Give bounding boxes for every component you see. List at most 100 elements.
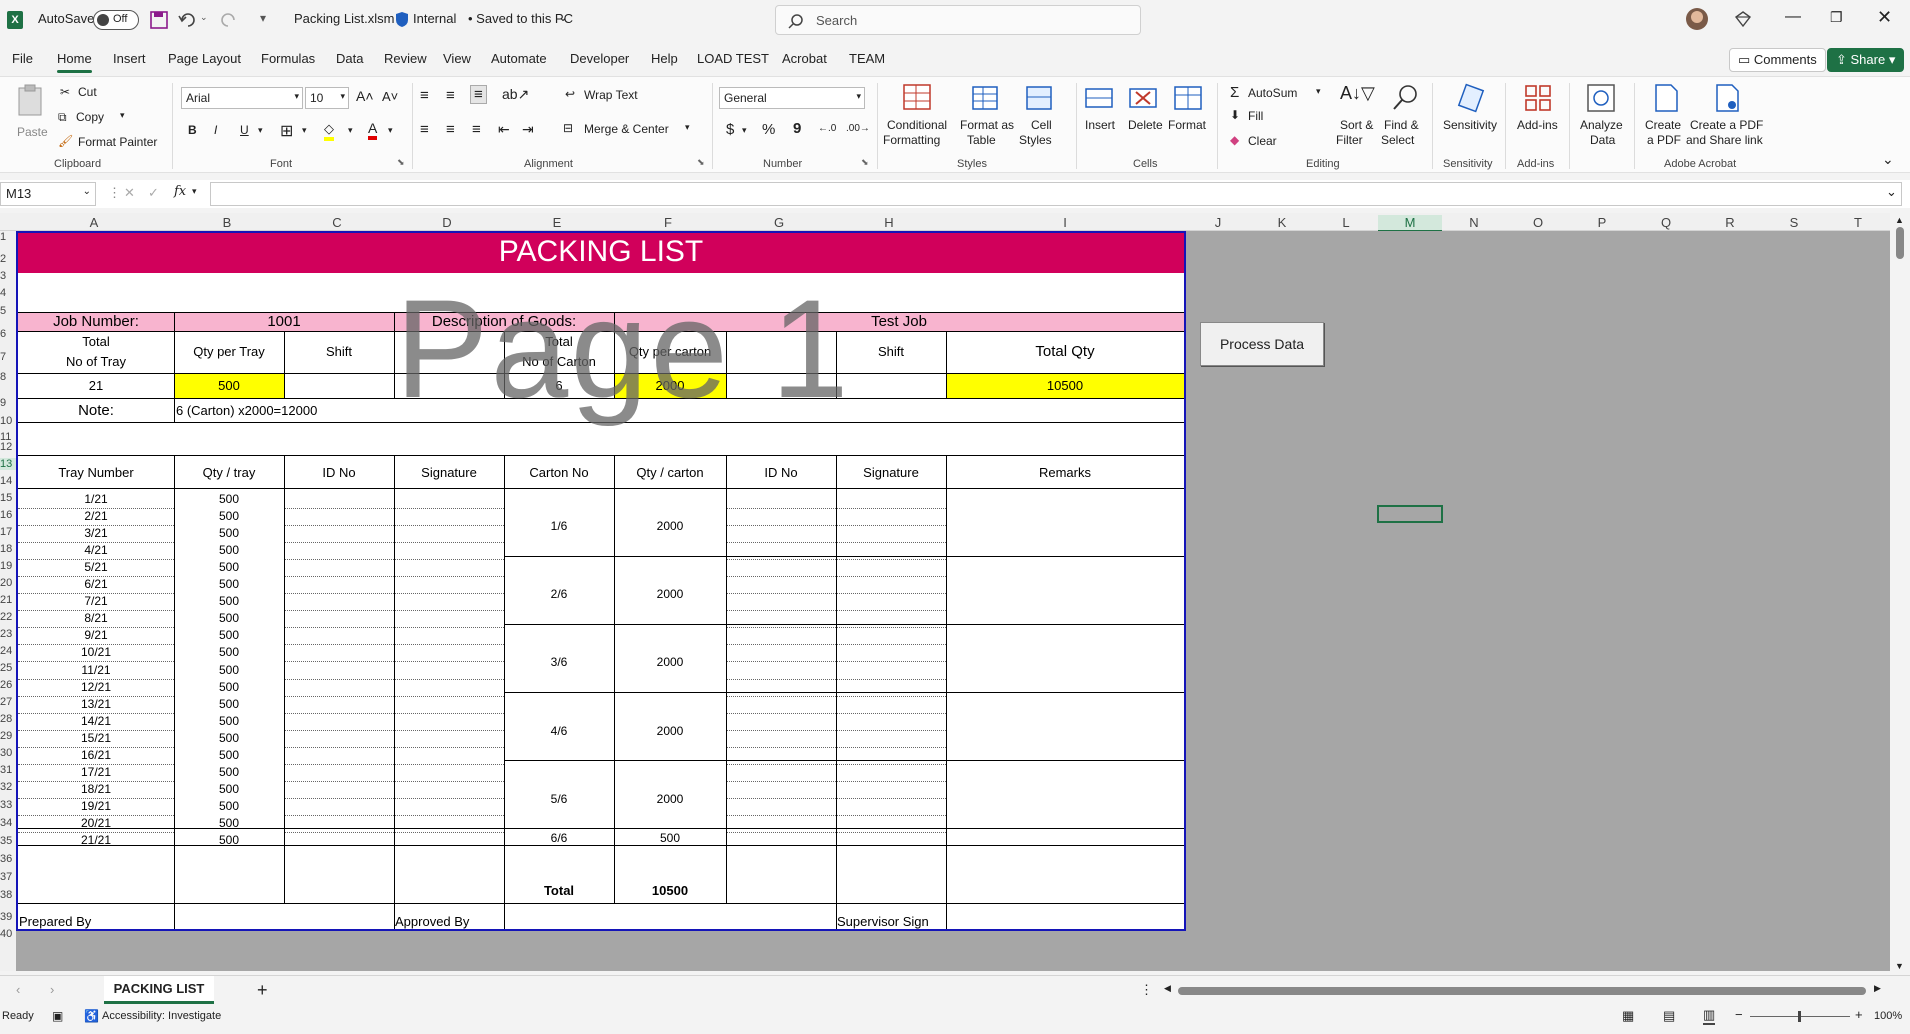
carton-qty-cell[interactable]: 500: [614, 831, 726, 845]
align-left-icon[interactable]: ≡: [420, 121, 429, 138]
carton-qty-cell[interactable]: 2000: [614, 655, 726, 669]
autosum-button[interactable]: AutoSum: [1248, 86, 1297, 100]
tray-qty-cell[interactable]: 500: [174, 560, 284, 574]
value-total-tray[interactable]: 21: [18, 378, 174, 393]
tray-qty-cell[interactable]: 500: [174, 731, 284, 745]
tray-number-cell[interactable]: 15/21: [18, 731, 174, 745]
row-header[interactable]: 3: [0, 270, 16, 282]
row-header[interactable]: 37: [0, 871, 16, 883]
tray-number-cell[interactable]: 14/21: [18, 714, 174, 728]
tray-number-cell[interactable]: 2/21: [18, 509, 174, 523]
job-number-value[interactable]: 1001: [174, 313, 394, 330]
carton-qty-cell[interactable]: 2000: [614, 587, 726, 601]
tray-number-cell[interactable]: 6/21: [18, 577, 174, 591]
row-header[interactable]: 17: [0, 526, 16, 538]
row-header[interactable]: 34: [0, 817, 16, 829]
diamond-icon[interactable]: [1734, 10, 1752, 28]
cell-styles-button[interactable]: Cell: [1031, 118, 1052, 132]
menu-team[interactable]: TEAM: [849, 51, 885, 66]
row-header[interactable]: 38: [0, 889, 16, 901]
menu-insert[interactable]: Insert: [113, 51, 146, 66]
menu-review[interactable]: Review: [384, 51, 427, 66]
analyze-data-button[interactable]: Analyze: [1580, 118, 1623, 132]
cut-button[interactable]: Cut: [78, 85, 97, 99]
autosum-dropdown-icon[interactable]: ▾: [1316, 86, 1321, 97]
find-select-icon[interactable]: [1390, 83, 1420, 113]
comma-button[interactable]: 9: [793, 120, 801, 137]
column-header[interactable]: P: [1570, 215, 1634, 230]
delete-cells-button[interactable]: Delete: [1128, 118, 1163, 132]
formula-input[interactable]: [210, 182, 1902, 206]
align-center-icon[interactable]: ≡: [446, 121, 455, 138]
row-header[interactable]: 24: [0, 645, 16, 657]
undo-dropdown-icon[interactable]: ⌄: [200, 12, 208, 23]
fill-color-dropdown-icon[interactable]: ▾: [348, 125, 353, 136]
italic-button[interactable]: I: [214, 123, 217, 137]
font-name-dropdown[interactable]: Arial ▾: [181, 87, 303, 109]
row-header[interactable]: 4: [0, 287, 16, 299]
col-tray-number[interactable]: Tray Number: [18, 465, 174, 480]
row-header[interactable]: 22: [0, 611, 16, 623]
sort-filter-button[interactable]: Sort &: [1340, 118, 1373, 132]
format-painter-icon[interactable]: 🖌: [58, 134, 73, 148]
macro-recorder-icon[interactable]: ▣: [52, 1009, 63, 1023]
create-share-pdf-label2[interactable]: and Share link: [1686, 133, 1763, 147]
confirm-entry-icon[interactable]: ✓: [148, 185, 159, 201]
redo-icon[interactable]: [218, 11, 238, 29]
tray-qty-cell[interactable]: 500: [174, 526, 284, 540]
undo-icon[interactable]: [178, 11, 198, 29]
row-header[interactable]: 8: [0, 371, 16, 383]
vertical-scroll-thumb[interactable]: [1896, 227, 1904, 259]
menu-help[interactable]: Help: [651, 51, 678, 66]
tray-number-cell[interactable]: 4/21: [18, 543, 174, 557]
menu-formulas[interactable]: Formulas: [261, 51, 315, 66]
create-pdf-button[interactable]: Create: [1645, 118, 1681, 132]
avatar[interactable]: [1686, 8, 1708, 30]
collapse-ribbon-icon[interactable]: ⌄: [1882, 151, 1894, 168]
menu-view[interactable]: View: [443, 51, 471, 66]
delete-cells-icon[interactable]: [1128, 83, 1158, 113]
horizontal-scroll-thumb[interactable]: [1178, 987, 1866, 995]
normal-view-icon[interactable]: ▦: [1622, 1008, 1634, 1024]
row-header[interactable]: 20: [0, 577, 16, 589]
tray-qty-cell[interactable]: 500: [174, 697, 284, 711]
tab-packing-list[interactable]: PACKING LIST: [104, 976, 214, 1004]
header-total-qty[interactable]: Total Qty: [946, 343, 1184, 360]
autosave-toggle[interactable]: Off: [93, 10, 139, 30]
tray-qty-cell[interactable]: 500: [174, 594, 284, 608]
selected-cell[interactable]: [1377, 505, 1443, 523]
tray-number-cell[interactable]: 18/21: [18, 782, 174, 796]
column-header[interactable]: A: [16, 215, 172, 230]
tray-number-cell[interactable]: 3/21: [18, 526, 174, 540]
tray-qty-cell[interactable]: 500: [174, 645, 284, 659]
underline-dropdown-icon[interactable]: ▾: [258, 125, 263, 136]
tray-qty-cell[interactable]: 500: [174, 611, 284, 625]
column-header[interactable]: G: [724, 215, 834, 230]
row-header[interactable]: 35: [0, 835, 16, 847]
analyze-data-label2[interactable]: Data: [1590, 133, 1615, 147]
paste-button[interactable]: Paste: [14, 83, 50, 153]
accessibility-status[interactable]: Accessibility: Investigate: [102, 1010, 221, 1022]
decrease-decimal-icon[interactable]: .00→: [846, 123, 870, 134]
carton-qty-cell[interactable]: 2000: [614, 724, 726, 738]
menu-automate[interactable]: Automate: [491, 51, 547, 66]
share-button[interactable]: ⇪ Share ▾: [1827, 48, 1905, 72]
tray-qty-cell[interactable]: 500: [174, 492, 284, 506]
tray-number-cell[interactable]: 13/21: [18, 697, 174, 711]
tray-number-cell[interactable]: 11/21: [18, 663, 174, 677]
column-header[interactable]: H: [834, 215, 944, 230]
column-header[interactable]: T: [1826, 215, 1890, 230]
menu-load-test[interactable]: LOAD TEST: [697, 51, 769, 66]
column-header[interactable]: M: [1378, 215, 1442, 232]
name-box[interactable]: M13 ⌄: [0, 182, 96, 206]
sort-filter-icon[interactable]: A↓▽: [1340, 83, 1375, 104]
accessibility-icon[interactable]: ♿: [84, 1009, 99, 1023]
copy-icon[interactable]: ⧉: [58, 110, 67, 125]
currency-button[interactable]: $: [726, 121, 734, 138]
tab-split-icon[interactable]: ⋮: [1140, 982, 1153, 998]
font-color-icon[interactable]: A: [368, 120, 378, 140]
save-icon[interactable]: [150, 11, 168, 29]
align-middle-icon[interactable]: ≡: [446, 87, 455, 104]
create-pdf-label2[interactable]: a PDF: [1647, 133, 1681, 147]
col-qty-tray[interactable]: Qty / tray: [174, 465, 284, 480]
